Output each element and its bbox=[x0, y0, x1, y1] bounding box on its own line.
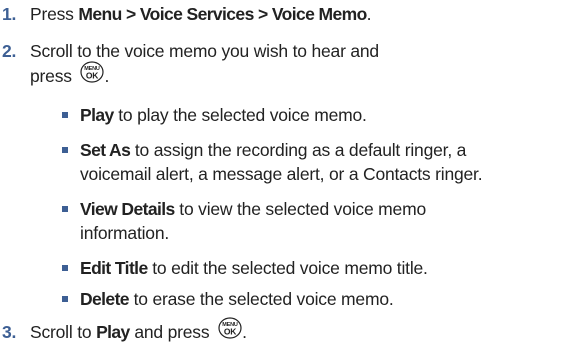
option-play-description: to play the selected voice memo. bbox=[113, 105, 367, 125]
step-2: 2. Scroll to the voice memo you wish to h… bbox=[2, 39, 379, 63]
option-set-as-continuation: voicemail alert, a message alert, or a C… bbox=[80, 164, 483, 184]
step-1-menu-path: Menu > Voice Services > Voice Memo bbox=[78, 4, 367, 24]
step-1-prefix: Press bbox=[30, 4, 79, 24]
option-view-details-description: to view the selected voice memo bbox=[174, 199, 426, 219]
step-3: 3. Scroll to Play and press MENU OK . bbox=[2, 317, 247, 345]
step-3-number: 3. bbox=[2, 322, 17, 342]
square-bullet-icon bbox=[62, 206, 68, 212]
option-delete-label: Delete bbox=[80, 289, 130, 309]
option-edit-title-label: Edit Title bbox=[80, 258, 148, 278]
square-bullet-icon bbox=[62, 265, 68, 271]
option-view-details-text: View Details to view the selected voice … bbox=[80, 197, 426, 221]
menu-key-bottom-label: OK bbox=[86, 71, 99, 81]
step-1-text: Press Menu > Voice Services > Voice Memo… bbox=[30, 4, 372, 24]
step-2-number: 2. bbox=[2, 41, 17, 61]
step-2-press: press bbox=[30, 66, 77, 86]
step-3-prefix: Scroll to bbox=[30, 322, 97, 342]
step-1-number: 1. bbox=[2, 4, 17, 24]
menu-ok-key-icon: MENU OK bbox=[80, 61, 105, 89]
option-set-as-description: to assign the recording as a default rin… bbox=[130, 140, 467, 160]
option-view-details-label: View Details bbox=[80, 199, 175, 219]
option-set-as-label: Set As bbox=[80, 140, 131, 160]
option-set-as-text: Set As to assign the recording as a defa… bbox=[80, 138, 466, 162]
step-3-text: Scroll to Play and press MENU OK . bbox=[30, 317, 247, 342]
square-bullet-icon bbox=[62, 112, 68, 118]
option-play-text: Play to play the selected voice memo. bbox=[80, 103, 367, 127]
step-2-line2: press MENU OK . bbox=[30, 61, 110, 89]
square-bullet-icon bbox=[62, 296, 68, 302]
step-2-line1: Scroll to the voice memo you wish to hea… bbox=[30, 41, 379, 61]
option-delete-text: Delete to erase the selected voice memo. bbox=[80, 287, 394, 311]
step-1: 1. Press Menu > Voice Services > Voice Me… bbox=[2, 2, 372, 26]
option-edit-title-text: Edit Title to edit the selected voice me… bbox=[80, 256, 428, 280]
step-2-period: . bbox=[104, 66, 110, 86]
option-play-label: Play bbox=[80, 105, 114, 125]
square-bullet-icon bbox=[62, 147, 68, 153]
option-view-details-continuation: information. bbox=[80, 223, 170, 243]
step-1-suffix: . bbox=[366, 4, 372, 24]
step-3-suffix: . bbox=[242, 322, 247, 342]
step-3-play: Play bbox=[96, 322, 130, 342]
menu-key-bottom-label: OK bbox=[224, 327, 237, 337]
step-3-middle: and press bbox=[129, 322, 215, 342]
option-edit-title-description: to edit the selected voice memo title. bbox=[147, 258, 428, 278]
instruction-page: 1. Press Menu > Voice Services > Voice Me… bbox=[0, 0, 585, 348]
option-delete-description: to erase the selected voice memo. bbox=[128, 289, 394, 309]
menu-ok-key-icon: MENU OK bbox=[218, 317, 242, 345]
